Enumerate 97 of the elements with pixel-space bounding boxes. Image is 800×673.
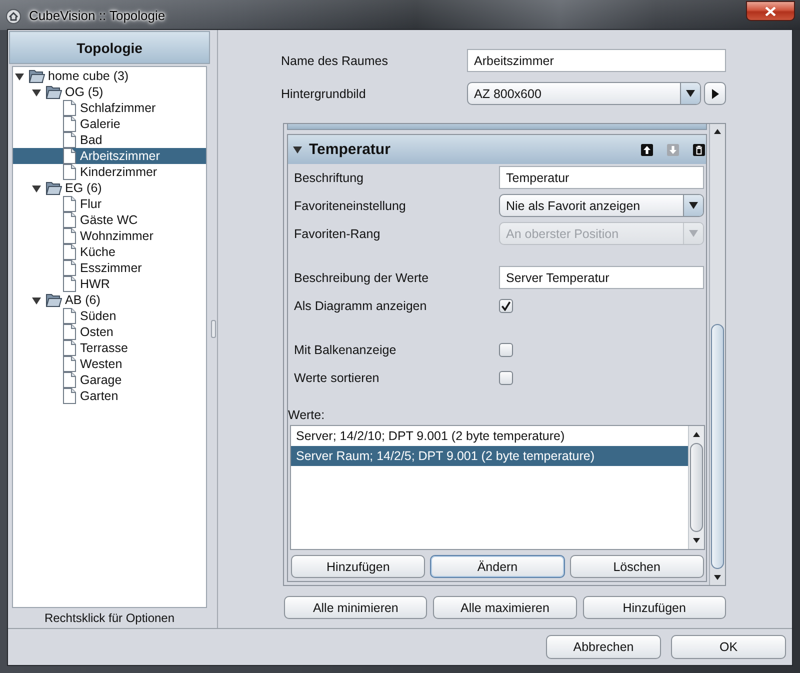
tree-item[interactable]: Arbeitszimmer xyxy=(13,148,206,164)
file-icon xyxy=(63,116,76,132)
field-label: Beschreibung der Werte xyxy=(294,270,430,284)
folder-icon xyxy=(46,86,62,98)
field-label: Mit Balkenanzeige xyxy=(294,342,398,356)
close-button[interactable] xyxy=(746,1,795,21)
arrow-up-icon[interactable] xyxy=(641,144,653,156)
splitter-handle[interactable] xyxy=(211,320,216,338)
tree-item[interactable]: Garten xyxy=(13,388,206,404)
tree-item[interactable]: HWR xyxy=(13,276,206,292)
trash-icon[interactable] xyxy=(693,144,705,156)
tree-item[interactable]: EG (6) xyxy=(13,180,206,196)
tree-item[interactable]: AB (6) xyxy=(13,292,206,308)
section-title: Temperatur xyxy=(309,141,390,158)
field-label: Werte sortieren xyxy=(294,370,380,384)
list-label: Werte: xyxy=(288,408,325,422)
scrollbar-thumb[interactable] xyxy=(690,443,703,532)
triangle-down-icon[interactable] xyxy=(714,575,721,580)
folder-icon xyxy=(46,294,62,306)
dropdown[interactable]: AZ 800x600 xyxy=(467,82,701,105)
edit-button[interactable]: Ändern xyxy=(430,555,565,578)
tree-item[interactable]: Garage xyxy=(13,372,206,388)
dropdown[interactable]: Nie als Favorit anzeigen xyxy=(499,194,704,217)
file-icon xyxy=(63,100,76,116)
caret-down-icon xyxy=(680,83,700,104)
file-icon xyxy=(63,148,76,164)
field-label: Hintergrundbild xyxy=(281,86,367,100)
file-icon xyxy=(63,372,76,388)
delete-button[interactable]: Löschen xyxy=(570,555,704,578)
checkbox[interactable] xyxy=(499,342,513,356)
panel-header: Topologie xyxy=(9,31,210,64)
text-field[interactable]: Arbeitszimmer xyxy=(467,49,726,72)
tree-item[interactable]: Osten xyxy=(13,324,206,340)
checkbox[interactable] xyxy=(499,370,513,384)
file-icon xyxy=(63,276,76,292)
field-label: Beschriftung xyxy=(294,170,364,184)
cancel-button[interactable]: Abbrechen xyxy=(546,635,661,659)
field-label: Favoriteneinstellung xyxy=(294,198,407,212)
house-icon xyxy=(6,8,21,24)
tree-item[interactable]: Flur xyxy=(13,196,206,212)
tree-item[interactable]: Kinderzimmer xyxy=(13,164,206,180)
folder-icon xyxy=(29,70,45,82)
triangle-down-icon[interactable] xyxy=(693,538,700,543)
triangle-down-icon[interactable] xyxy=(32,184,41,192)
window-title: CubeVision :: Topologie xyxy=(29,8,166,23)
caret-down-icon xyxy=(683,223,703,244)
triangle-down-icon[interactable] xyxy=(293,145,302,154)
tree-item[interactable]: Bad xyxy=(13,132,206,148)
tree-item[interactable]: Galerie xyxy=(13,116,206,132)
checkbox[interactable] xyxy=(499,298,513,312)
field-label: Favoriten-Rang xyxy=(294,226,382,240)
tree-item[interactable]: Esszimmer xyxy=(13,260,206,276)
field-label: Name des Raumes xyxy=(281,54,389,68)
folder-icon xyxy=(46,182,62,194)
add-button[interactable]: Hinzufügen xyxy=(291,555,426,578)
field-label: Als Diagramm anzeigen xyxy=(294,298,428,312)
file-icon xyxy=(63,132,76,148)
file-icon xyxy=(63,212,76,228)
hint-text: Rechtsklick für Optionen xyxy=(43,610,176,627)
tree-item[interactable]: Wohnzimmer xyxy=(13,228,206,244)
triangle-up-icon[interactable] xyxy=(714,129,721,134)
tree-item[interactable]: Westen xyxy=(13,356,206,372)
tree-item[interactable]: Süden xyxy=(13,308,206,324)
scrollbar-thumb[interactable] xyxy=(711,324,724,569)
file-icon xyxy=(63,308,76,324)
file-icon xyxy=(63,228,76,244)
tree-item[interactable]: Gäste WC xyxy=(13,212,206,228)
text-field[interactable]: Temperatur xyxy=(499,166,704,189)
file-icon xyxy=(63,340,76,356)
triangle-up-icon[interactable] xyxy=(693,432,700,437)
file-icon xyxy=(63,196,76,212)
file-icon xyxy=(63,164,76,180)
list-item[interactable]: Server; 14/2/10; DPT 9.001 (2 byte temperature) xyxy=(291,426,688,446)
arrow-button[interactable] xyxy=(704,82,726,105)
triangle-down-icon[interactable] xyxy=(32,88,41,96)
collapse-all-button[interactable]: Alle minimieren xyxy=(284,596,428,619)
file-icon xyxy=(63,260,76,276)
tree-item[interactable]: OG (5) xyxy=(13,84,206,100)
ok-button[interactable]: OK xyxy=(671,635,786,659)
triangle-right-icon xyxy=(712,88,718,98)
file-icon xyxy=(63,356,76,372)
triangle-down-icon[interactable] xyxy=(32,296,41,304)
file-icon xyxy=(63,324,76,340)
triangle-down-icon[interactable] xyxy=(15,72,24,80)
file-icon xyxy=(63,388,76,404)
text-field[interactable]: Server Temperatur xyxy=(499,266,704,289)
file-icon xyxy=(63,244,76,260)
tree-item[interactable]: Küche xyxy=(13,244,206,260)
add-button[interactable]: Hinzufügen xyxy=(582,596,726,619)
list-item[interactable]: Server Raum; 14/2/5; DPT 9.001 (2 byte temperature) xyxy=(291,446,688,466)
tree-item[interactable]: home cube (3) xyxy=(13,68,206,84)
checkmark-icon xyxy=(501,300,511,310)
expand-all-button[interactable]: Alle maximieren xyxy=(433,596,577,619)
caret-down-icon xyxy=(683,195,703,216)
tree-item[interactable]: Schlafzimmer xyxy=(13,100,206,116)
tree-item[interactable]: Terrasse xyxy=(13,340,206,356)
close-icon xyxy=(765,6,776,16)
